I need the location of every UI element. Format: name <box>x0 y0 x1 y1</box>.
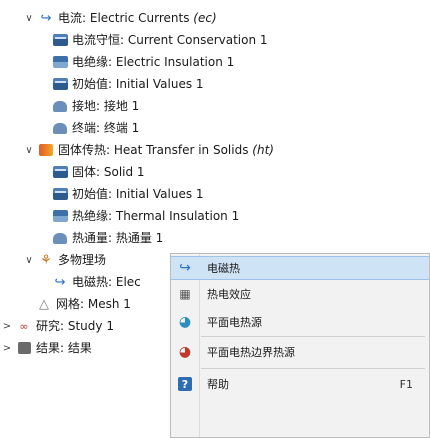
tree-node-thermal-insulation[interactable]: 热绝缘: Thermal Insulation 1 <box>52 206 239 226</box>
node-label: 固体传热: Heat Transfer in Solids <box>58 143 253 157</box>
tree-node-study[interactable]: > ∞ 研究: Study 1 <box>0 316 114 336</box>
boundary-point-icon <box>52 121 68 135</box>
domain-node-icon <box>52 77 68 91</box>
electric-currents-icon: ↪ <box>40 10 52 26</box>
node-label: 网格: Mesh 1 <box>56 297 131 311</box>
node-label: 电流守恒: Current Conservation 1 <box>72 33 268 47</box>
tree-node-mesh[interactable]: △ 网格: Mesh 1 <box>36 294 131 314</box>
menu-item-electromagnetic-heating[interactable]: ↪ 电磁热 <box>171 256 429 280</box>
results-icon <box>16 341 32 355</box>
tree-node-electromagnetic-heating[interactable]: ↪ 电磁热: Elec <box>52 272 141 292</box>
node-tag: (ht) <box>252 143 274 157</box>
tree-node-solid[interactable]: 固体: Solid 1 <box>52 162 145 182</box>
menu-item-planar-boundary-heat-source[interactable]: ◕ 平面电热边界热源 <box>171 340 429 364</box>
tree-node-current-conservation[interactable]: 电流守恒: Current Conservation 1 <box>52 30 268 50</box>
boundary-node-icon <box>52 55 68 69</box>
node-tag: (ec) <box>193 11 217 25</box>
node-label: 终端: 终端 1 <box>72 121 140 135</box>
chevron-down-icon[interactable]: ∨ <box>22 255 36 266</box>
menu-item-label: 平面电热边界热源 <box>207 346 295 359</box>
menu-item-planar-heat-source[interactable]: ◕ 平面电热源 <box>171 310 429 334</box>
node-label: 电磁热: Elec <box>72 275 141 289</box>
chevron-down-icon[interactable]: ∨ <box>22 145 36 156</box>
node-label: 热通量: 热通量 1 <box>72 231 164 245</box>
heat-transfer-icon <box>38 143 54 157</box>
coupling-icon: ↪ <box>179 260 191 276</box>
multiphysics-icon: ⚘ <box>40 252 52 268</box>
tree-node-results[interactable]: > 结果: 结果 <box>0 338 92 358</box>
boundary-point-icon <box>52 99 68 113</box>
node-label: 固体: Solid 1 <box>72 165 145 179</box>
menu-separator <box>201 336 425 337</box>
menu-item-label: 热电效应 <box>207 288 251 301</box>
tree-node-electric-currents[interactable]: ∨ ↪ 电流: Electric Currents (ec) <box>22 8 217 28</box>
planar-heat-icon: ◕ <box>178 314 192 330</box>
thermoelectric-icon: ▦ <box>179 287 191 301</box>
domain-node-icon <box>52 165 68 179</box>
tree-node-ground[interactable]: 接地: 接地 1 <box>52 96 139 116</box>
node-label: 接地: 接地 1 <box>72 99 140 113</box>
chevron-down-icon[interactable]: ∨ <box>22 13 36 24</box>
menu-item-label: 帮助 <box>207 378 229 391</box>
boundary-heat-icon: ◕ <box>178 344 192 360</box>
node-label: 电绝缘: Electric Insulation 1 <box>72 55 235 69</box>
mesh-icon: △ <box>39 296 49 312</box>
node-label: 初始值: Initial Values 1 <box>72 77 204 91</box>
tree-node-electric-insulation[interactable]: 电绝缘: Electric Insulation 1 <box>52 52 234 72</box>
tree-node-multiphysics[interactable]: ∨ ⚘ 多物理场 <box>22 250 106 270</box>
help-icon: ? <box>171 377 199 391</box>
domain-node-icon <box>52 187 68 201</box>
tree-node-initial-values-ec[interactable]: 初始值: Initial Values 1 <box>52 74 204 94</box>
menu-item-label: 平面电热源 <box>207 316 262 329</box>
node-label: 电流: Electric Currents <box>58 11 194 25</box>
node-label: 初始值: Initial Values 1 <box>72 187 204 201</box>
boundary-point-icon <box>52 231 68 245</box>
chevron-right-icon[interactable]: > <box>0 343 14 354</box>
menu-item-label: 电磁热 <box>207 262 240 275</box>
tree-node-terminal[interactable]: 终端: 终端 1 <box>52 118 139 138</box>
tree-node-initial-values-ht[interactable]: 初始值: Initial Values 1 <box>52 184 204 204</box>
chevron-right-icon[interactable]: > <box>0 321 14 332</box>
menu-item-thermoelectric-effect[interactable]: ▦ 热电效应 <box>171 282 429 306</box>
tree-node-heat-transfer[interactable]: ∨ 固体传热: Heat Transfer in Solids (ht) <box>22 140 274 160</box>
node-label: 研究: Study 1 <box>36 319 114 333</box>
menu-separator <box>201 368 425 369</box>
context-menu: ↪ 电磁热 ▦ 热电效应 ◕ 平面电热源 ◕ 平面电热边界热源 ? 帮助 F1 <box>170 253 430 438</box>
node-label: 热绝缘: Thermal Insulation 1 <box>72 209 240 223</box>
menu-item-help[interactable]: ? 帮助 F1 <box>171 372 429 396</box>
tree-node-heat-flux[interactable]: 热通量: 热通量 1 <box>52 228 163 248</box>
coupling-icon: ↪ <box>54 274 66 290</box>
node-label: 多物理场 <box>58 253 107 267</box>
shortcut-key: F1 <box>399 377 413 391</box>
domain-node-icon <box>52 33 68 47</box>
node-label: 结果: 结果 <box>36 341 92 355</box>
boundary-node-icon <box>52 209 68 223</box>
study-icon: ∞ <box>19 319 29 333</box>
